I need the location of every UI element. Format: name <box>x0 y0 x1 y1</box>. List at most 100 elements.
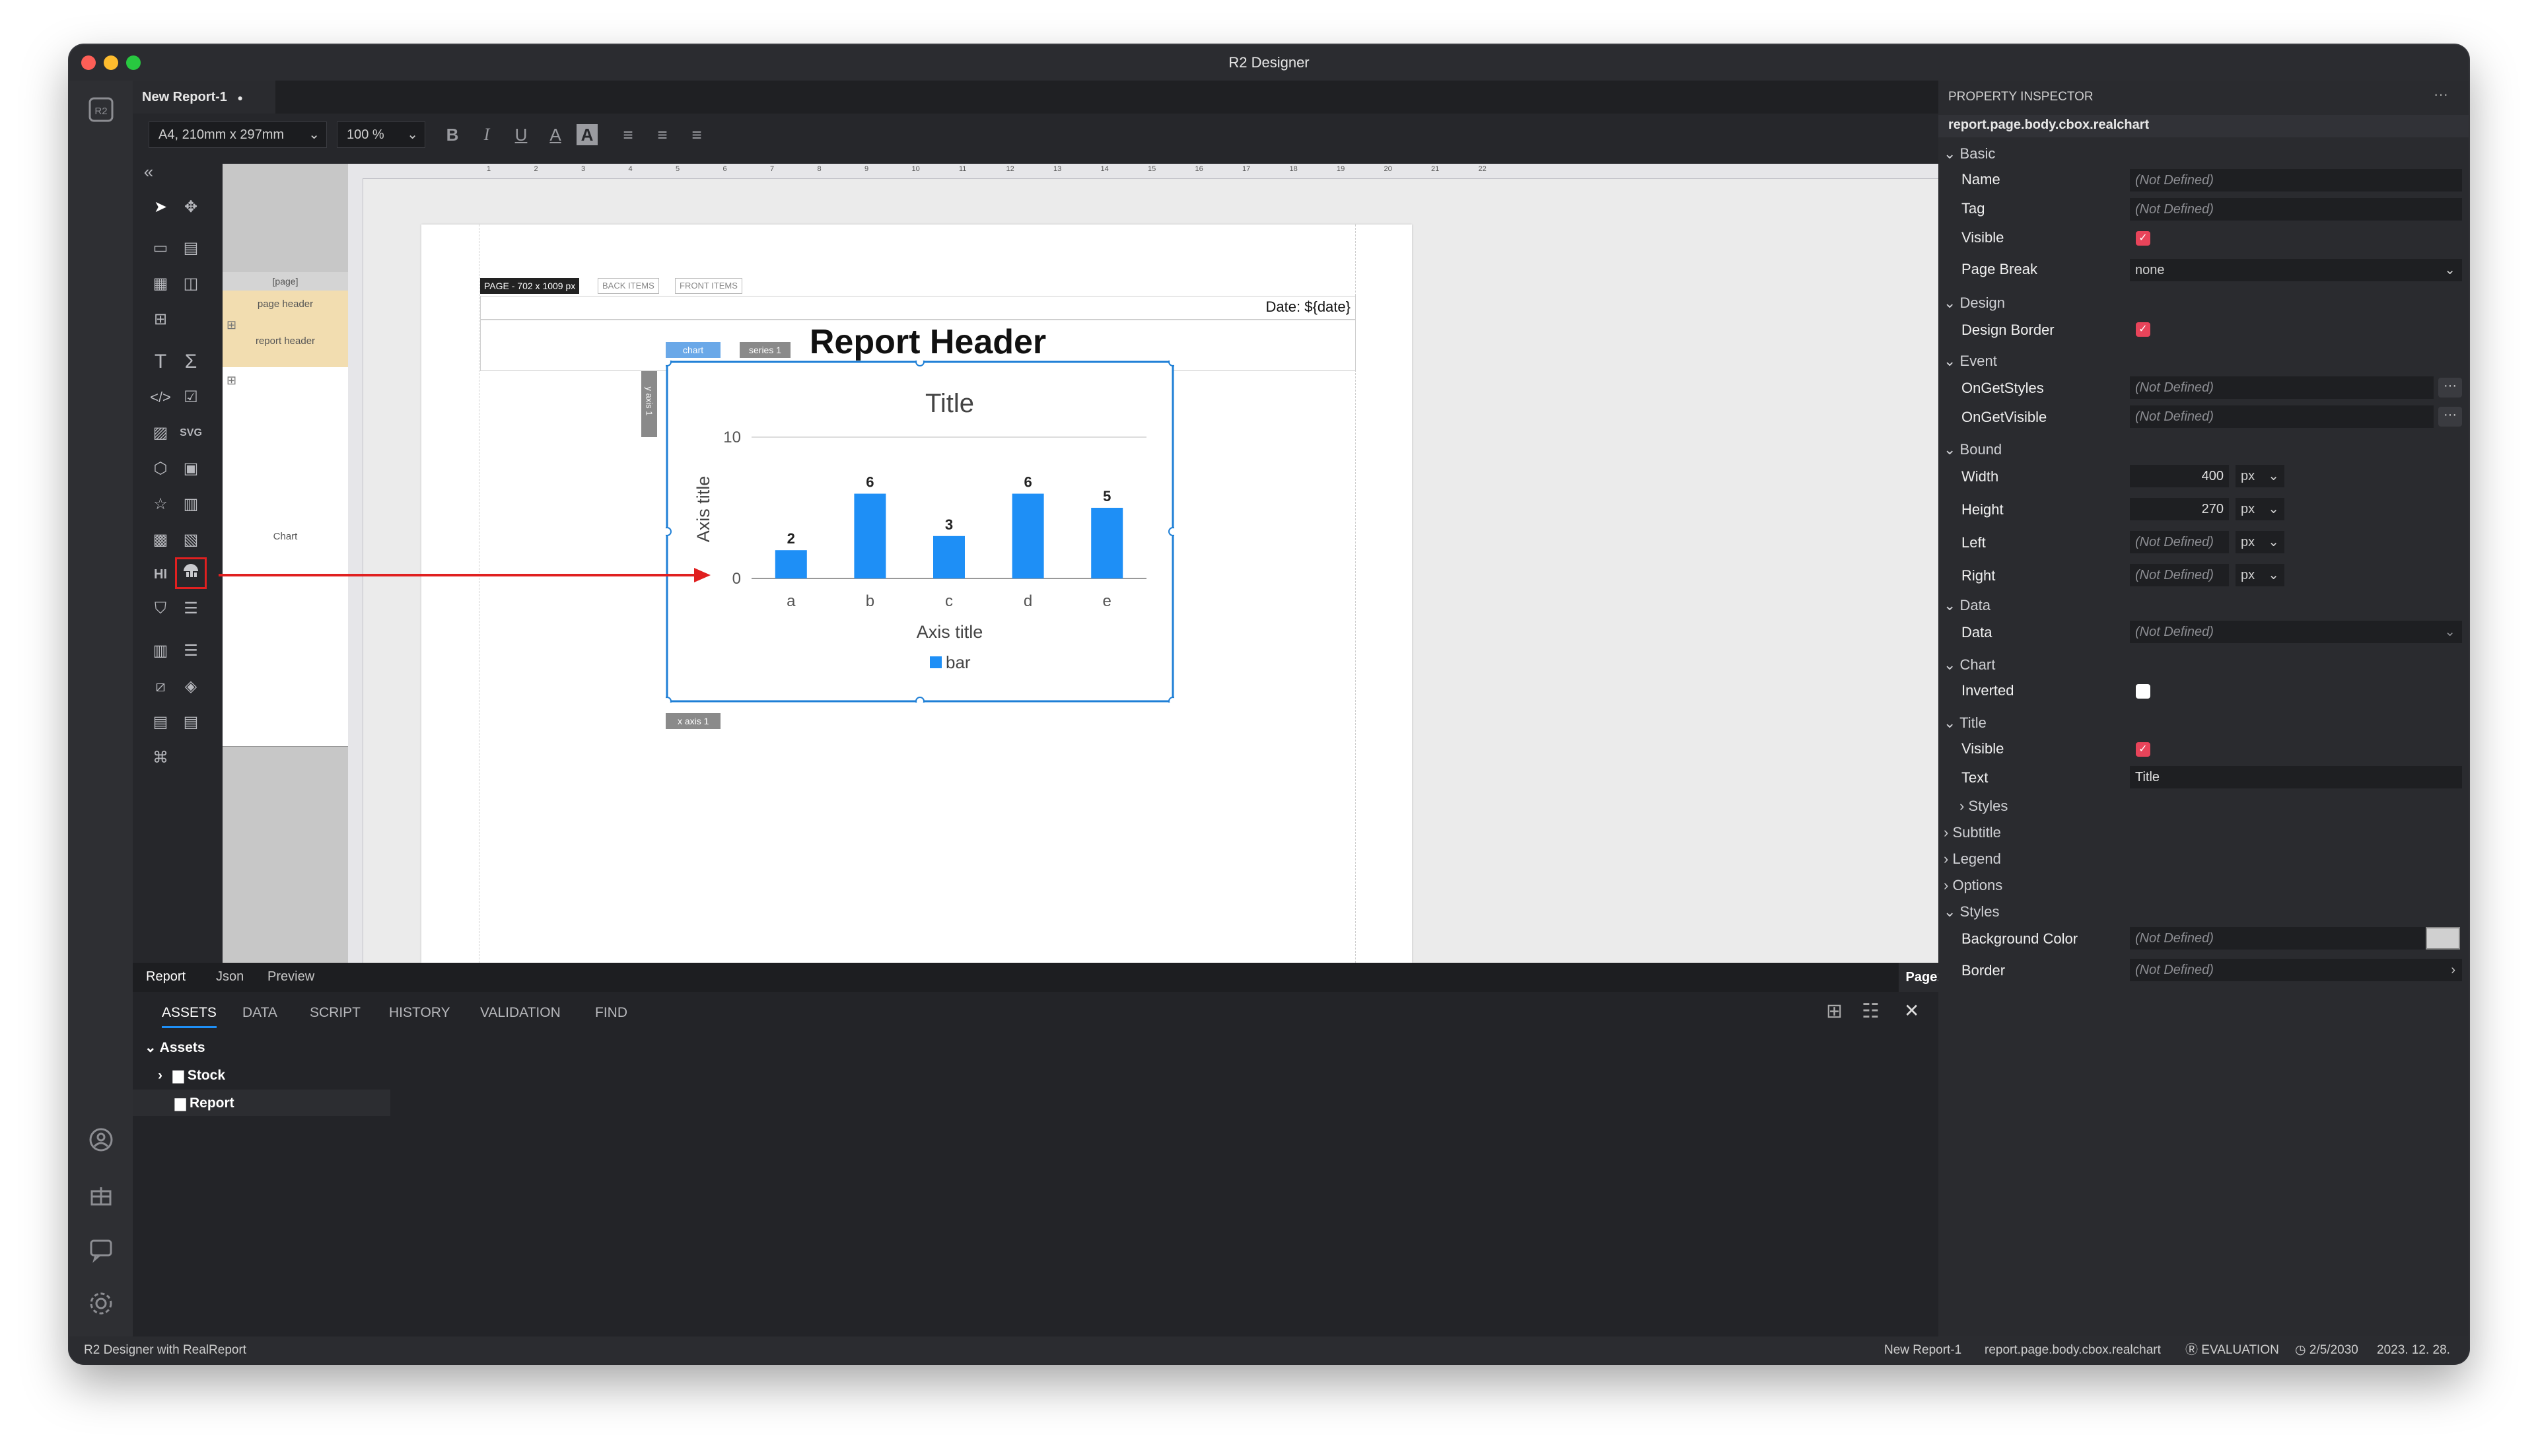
table-band-icon[interactable]: ▤ <box>178 235 204 261</box>
heading-icon[interactable]: HI <box>147 561 174 588</box>
select-pointer-icon[interactable]: ➤ <box>147 194 174 221</box>
width-unit-select[interactable]: px ⌄ <box>2236 465 2284 487</box>
prop-ongetvisible-input[interactable]: (Not Defined) <box>2130 405 2434 428</box>
section-styles[interactable]: ⌄ Styles <box>1944 901 1999 923</box>
document-tab[interactable]: New Report-1 ● <box>133 81 275 114</box>
bar-a[interactable] <box>775 550 807 578</box>
resize-handle[interactable] <box>1168 697 1174 703</box>
grid-view-icon[interactable]: ⊞ <box>1826 1000 1843 1023</box>
outline-chart[interactable]: Chart <box>223 531 348 542</box>
bold-button[interactable]: B <box>439 121 466 148</box>
outline-page-header[interactable]: page header <box>223 298 348 310</box>
group-band-icon[interactable]: ▦ <box>147 271 174 297</box>
expand-icon[interactable]: ⊞ <box>227 318 236 332</box>
left-unit-select[interactable]: px ⌄ <box>2236 531 2284 553</box>
tab-assets[interactable]: ASSETS <box>162 1005 217 1028</box>
section-options[interactable]: › Options <box>1944 874 2002 897</box>
column-layout-icon[interactable]: ▥ <box>147 638 174 664</box>
prop-width-input[interactable]: 400 <box>2130 465 2229 487</box>
section-legend[interactable]: › Legend <box>1944 848 2001 870</box>
realchart-chart[interactable]: Title 0 10 2 a 6 b 3 c 6 d 5 e Axis title Axis tit… <box>666 361 1174 703</box>
section-event[interactable]: ⌄ Event <box>1944 350 1997 372</box>
tab-json[interactable]: Json <box>216 969 244 985</box>
pattern-icon[interactable]: ▧ <box>178 527 204 553</box>
checkbox-icon[interactable]: ☑ <box>178 384 204 411</box>
prop-background-color-input[interactable]: (Not Defined) <box>2130 927 2434 950</box>
prop-tag-input[interactable]: (Not Defined) <box>2130 198 2462 221</box>
split-band-icon[interactable]: ◫ <box>178 271 204 297</box>
stack-icon[interactable]: ◈ <box>178 674 204 700</box>
tab-preview[interactable]: Preview <box>267 969 314 985</box>
tab-history[interactable]: HISTORY <box>389 1005 450 1021</box>
resize-handle[interactable] <box>666 527 672 536</box>
divider-icon[interactable]: ☰ <box>178 596 204 622</box>
prop-left-input[interactable]: (Not Defined) <box>2130 531 2229 553</box>
prop-inverted-checkbox[interactable] <box>2136 684 2150 699</box>
prop-data-select[interactable]: (Not Defined) ⌄ <box>2130 621 2462 643</box>
tree-item-report[interactable]: ▆ Report <box>175 1095 234 1111</box>
prop-name-input[interactable]: (Not Defined) <box>2130 169 2462 191</box>
tab-validation[interactable]: VALIDATION <box>480 1005 561 1021</box>
resize-handle[interactable] <box>666 361 672 366</box>
right-unit-select[interactable]: px ⌄ <box>2236 564 2284 586</box>
outline-page[interactable]: [page] <box>223 272 348 291</box>
resize-handle[interactable] <box>666 697 672 703</box>
ongetvisible-edit-button[interactable]: ··· <box>2438 407 2462 427</box>
section-title-styles[interactable]: › Styles <box>1959 795 2008 817</box>
prop-title-visible-checkbox[interactable]: ✓ <box>2136 742 2150 757</box>
inspector-more-icon[interactable]: ··· <box>2434 86 2448 103</box>
section-design[interactable]: ⌄ Design <box>1944 292 2005 314</box>
prop-ongetstyles-input[interactable]: (Not Defined) <box>2130 376 2434 399</box>
bar-b[interactable] <box>854 493 886 578</box>
prop-page-break-select[interactable]: none ⌄ <box>2130 259 2462 281</box>
list-icon[interactable]: ▤ <box>147 709 174 736</box>
prop-border-input[interactable]: (Not Defined) › <box>2130 959 2462 981</box>
settings-gear-icon[interactable] <box>87 1289 116 1318</box>
summary-icon[interactable]: Σ <box>178 349 204 375</box>
font-color-button[interactable]: A <box>542 121 569 148</box>
svg-icon[interactable]: SVG <box>178 420 204 446</box>
text-icon[interactable]: T <box>147 349 174 375</box>
prop-right-input[interactable]: (Not Defined) <box>2130 564 2229 586</box>
gift-icon[interactable] <box>87 1181 116 1210</box>
section-title[interactable]: ⌄ Title <box>1944 712 1987 734</box>
color-swatch-button[interactable] <box>2426 927 2460 950</box>
underline-button[interactable]: U <box>508 121 534 148</box>
tab-find[interactable]: FIND <box>595 1005 627 1021</box>
resize-handle[interactable] <box>915 697 925 703</box>
italic-button[interactable]: I <box>474 121 500 148</box>
bar-e[interactable] <box>1091 508 1123 578</box>
zoom-select[interactable]: 100 % ⌄ <box>337 121 425 148</box>
date-field[interactable]: Date: ${date} <box>1159 298 1351 316</box>
prop-visible-checkbox[interactable]: ✓ <box>2136 231 2150 246</box>
section-data[interactable]: ⌄ Data <box>1944 594 1990 617</box>
table-icon[interactable]: ⊞ <box>147 306 174 333</box>
section-bound[interactable]: ⌄ Bound <box>1944 438 2002 461</box>
band-icon[interactable]: ▭ <box>147 235 174 261</box>
section-subtitle[interactable]: › Subtitle <box>1944 821 2001 844</box>
image-icon[interactable]: ▨ <box>147 420 174 446</box>
realchart-tool-button[interactable] <box>175 557 207 589</box>
row-layout-icon[interactable]: ☰ <box>178 638 204 664</box>
tab-script[interactable]: SCRIPT <box>310 1005 361 1021</box>
prop-design-border-checkbox[interactable]: ✓ <box>2136 322 2150 337</box>
star-icon[interactable]: ☆ <box>147 491 174 518</box>
close-panel-icon[interactable]: ✕ <box>1904 1000 1919 1022</box>
front-items-tab[interactable]: FRONT ITEMS <box>675 278 742 294</box>
align-center-icon[interactable]: ≡ <box>649 121 676 148</box>
height-unit-select[interactable]: px ⌄ <box>2236 498 2284 520</box>
prop-height-input[interactable]: 270 <box>2130 498 2229 520</box>
line-icon[interactable]: ⧄ <box>147 674 174 700</box>
outline-report-header[interactable]: report header <box>223 335 348 347</box>
tree-icon[interactable]: ⌘ <box>147 745 174 771</box>
qrcode-icon[interactable]: ▩ <box>147 527 174 553</box>
collapse-palette-icon[interactable]: « <box>135 158 162 185</box>
user-icon[interactable] <box>87 1125 116 1154</box>
move-icon[interactable]: ✥ <box>178 194 204 221</box>
barcode-icon[interactable]: ▥ <box>178 491 204 518</box>
list-view-icon[interactable]: ☷ <box>1862 1000 1880 1023</box>
html5-icon[interactable]: ⛉ <box>147 596 174 622</box>
prop-title-text-input[interactable]: Title <box>2130 766 2462 788</box>
bar-c[interactable] <box>933 536 965 578</box>
background-color-button[interactable]: A <box>577 124 598 145</box>
